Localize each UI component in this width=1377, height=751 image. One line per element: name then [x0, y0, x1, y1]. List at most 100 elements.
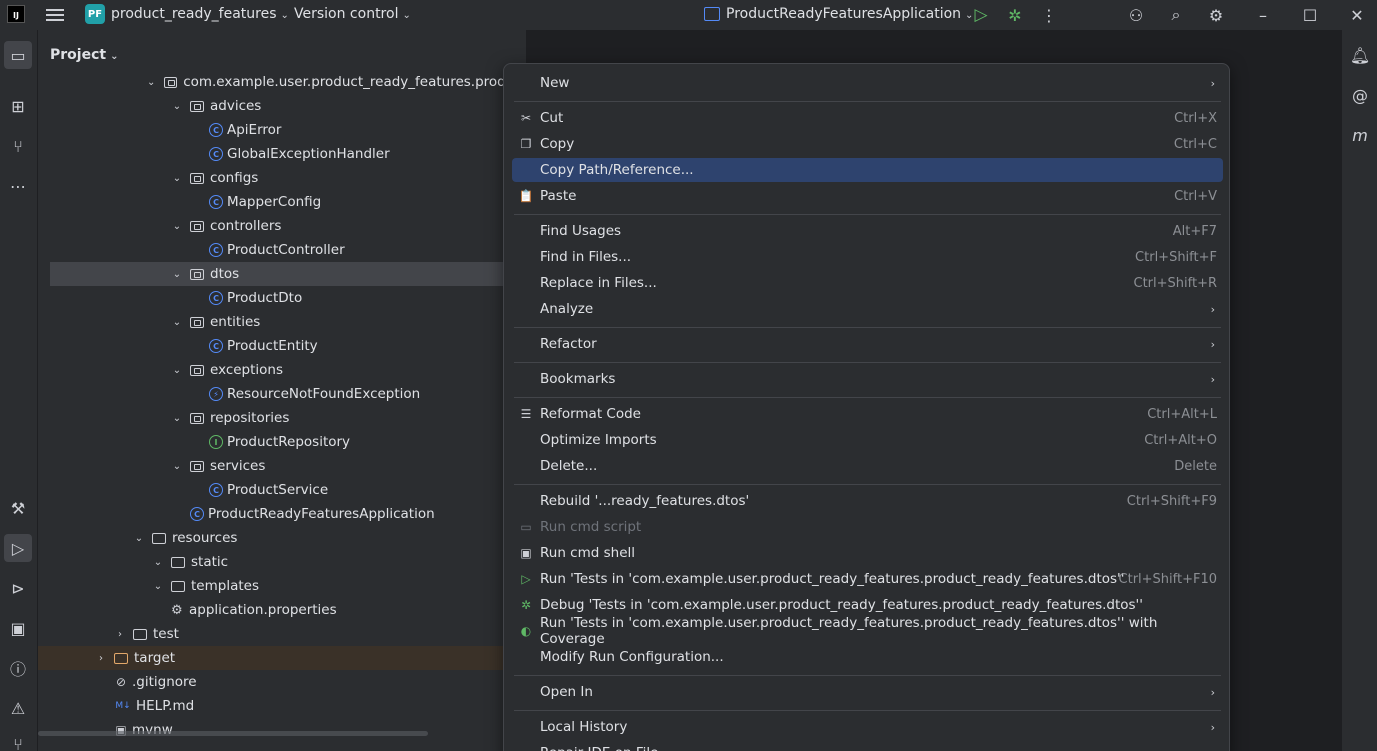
- tree-item[interactable]: C ProductDto: [38, 286, 526, 310]
- tree-item[interactable]: ⌄ configs: [38, 166, 526, 190]
- run-config-selector[interactable]: ProductReadyFeaturesApplication ⌄: [726, 6, 973, 22]
- chevron-down-icon[interactable]: ⌄: [170, 413, 184, 424]
- chevron-down-icon[interactable]: ⌄: [170, 221, 184, 232]
- terminal-icon[interactable]: ▣: [4, 614, 32, 642]
- chevron-down-icon[interactable]: ⌄: [170, 269, 184, 280]
- chevron-down-icon[interactable]: ⌄: [170, 365, 184, 376]
- horizontal-scrollbar[interactable]: [38, 731, 428, 736]
- menu-item[interactable]: ✂ Cut Ctrl+X: [512, 106, 1223, 130]
- tree-item[interactable]: C ProductEntity: [38, 334, 526, 358]
- tree-item[interactable]: ⚡ ResourceNotFoundException: [38, 382, 526, 406]
- menu-item[interactable]: Find Usages Alt+F7: [512, 219, 1223, 243]
- tree-item[interactable]: C MapperConfig: [38, 190, 526, 214]
- ai-assistant-icon[interactable]: @: [1349, 84, 1371, 106]
- minimize-icon[interactable]: –: [1253, 5, 1273, 25]
- tree-item[interactable]: ⌄ com.example.user.product_ready_features…: [38, 70, 526, 94]
- tree-item[interactable]: ⌄ resources: [38, 526, 526, 550]
- chevron-down-icon[interactable]: ⌄: [170, 173, 184, 184]
- warning-icon[interactable]: ⚠: [4, 694, 32, 722]
- menu-item[interactable]: Local History ›: [512, 715, 1223, 739]
- menu-item[interactable]: Modify Run Configuration...: [512, 645, 1223, 669]
- structure-icon[interactable]: ⊞: [4, 92, 32, 120]
- git-icon[interactable]: ⑂: [4, 132, 32, 160]
- tree-item[interactable]: M↓ HELP.md: [38, 694, 526, 718]
- menu-item[interactable]: Open In ›: [512, 680, 1223, 704]
- tree-item[interactable]: ⚙ application.properties: [38, 598, 526, 622]
- run-icon[interactable]: ▷: [971, 5, 991, 25]
- tree-item[interactable]: C ApiError: [38, 118, 526, 142]
- menu-item[interactable]: ▷ Run 'Tests in 'com.example.user.product…: [512, 567, 1223, 591]
- settings-gear-icon[interactable]: ⚙: [1206, 5, 1226, 25]
- tree-item[interactable]: ⌄ templates: [38, 574, 526, 598]
- menu-item[interactable]: Rebuild '...ready_features.dtos' Ctrl+Shi…: [512, 489, 1223, 513]
- run-panel-icon[interactable]: ▷: [4, 534, 32, 562]
- chevron-down-icon[interactable]: ⌄: [151, 581, 165, 592]
- chevron-down-icon[interactable]: ⌄: [170, 317, 184, 328]
- tree-item[interactable]: C GlobalExceptionHandler: [38, 142, 526, 166]
- project-selector[interactable]: product_ready_features ⌄: [111, 6, 289, 22]
- close-icon[interactable]: ✕: [1347, 5, 1367, 25]
- menu-item[interactable]: Copy Path/Reference...: [512, 158, 1223, 182]
- tree-item[interactable]: ⌄ entities: [38, 310, 526, 334]
- add-user-icon[interactable]: ⚇: [1126, 5, 1146, 25]
- menu-item[interactable]: ✲ Debug 'Tests in 'com.example.user.produ…: [512, 593, 1223, 617]
- debug-icon[interactable]: ✲: [1005, 5, 1025, 25]
- menu-item[interactable]: Refactor ›: [512, 332, 1223, 356]
- tree-item[interactable]: ⌄ controllers: [38, 214, 526, 238]
- tree-item[interactable]: › test: [38, 622, 526, 646]
- menu-item[interactable]: ◐ Run 'Tests in 'com.example.user.product…: [512, 615, 1223, 647]
- project-badge[interactable]: PF: [85, 4, 105, 24]
- chevron-down-icon[interactable]: ⌄: [145, 77, 158, 88]
- menu-item[interactable]: Replace in Files... Ctrl+Shift+R: [512, 271, 1223, 295]
- tree-item[interactable]: ▣ mvnw: [38, 718, 526, 742]
- menu-item-icon: ✲: [520, 598, 532, 612]
- tree-item[interactable]: ⌄ static: [38, 550, 526, 574]
- main-menu-icon[interactable]: [46, 6, 64, 22]
- project-folder-icon[interactable]: ▭: [4, 41, 32, 69]
- notifications-bell-icon[interactable]: 🔔︎: [1349, 44, 1371, 66]
- version-control-menu[interactable]: Version control ⌄: [294, 6, 411, 22]
- tree-item[interactable]: ⌄ exceptions: [38, 358, 526, 382]
- more-tools-icon[interactable]: ⋯: [4, 172, 32, 200]
- build-hammer-icon[interactable]: ⚒: [4, 494, 32, 522]
- menu-item[interactable]: ❐ Copy Ctrl+C: [512, 132, 1223, 156]
- menu-item[interactable]: Analyze ›: [512, 297, 1223, 321]
- problems-icon[interactable]: ⓘ: [4, 654, 32, 682]
- version-control-icon[interactable]: ⑂: [4, 730, 32, 751]
- tree-item[interactable]: ⊘ .gitignore: [38, 670, 526, 694]
- menu-item[interactable]: Delete... Delete: [512, 454, 1223, 478]
- menu-item-label: Find Usages: [540, 223, 622, 239]
- services-icon[interactable]: ⊳: [4, 574, 32, 602]
- menu-item[interactable]: New ›: [512, 71, 1223, 95]
- menu-item[interactable]: Bookmarks ›: [512, 367, 1223, 391]
- menu-item[interactable]: ☰ Reformat Code Ctrl+Alt+L: [512, 402, 1223, 426]
- menu-item[interactable]: Find in Files... Ctrl+Shift+F: [512, 245, 1223, 269]
- menu-item[interactable]: 📋 Paste Ctrl+V: [512, 184, 1223, 208]
- tree-item[interactable]: ⌄ advices: [38, 94, 526, 118]
- menu-item[interactable]: Repair IDE on File: [512, 741, 1223, 751]
- tree-item[interactable]: C ProductService: [38, 478, 526, 502]
- chevron-down-icon[interactable]: ⌄: [170, 461, 184, 472]
- chevron-down-icon[interactable]: ⌄: [151, 557, 165, 568]
- menu-item[interactable]: Optimize Imports Ctrl+Alt+O: [512, 428, 1223, 452]
- more-actions-icon[interactable]: ⋮: [1039, 5, 1059, 25]
- tree-item[interactable]: C ProductController: [38, 238, 526, 262]
- tree-item[interactable]: ⌄ services: [38, 454, 526, 478]
- chevron-down-icon[interactable]: ⌄: [170, 101, 184, 112]
- maximize-icon[interactable]: ☐: [1300, 5, 1320, 25]
- tree-item[interactable]: › target: [38, 646, 526, 670]
- tree-item[interactable]: C ProductReadyFeaturesApplication: [38, 502, 526, 526]
- menu-item[interactable]: ▣ Run cmd shell: [512, 541, 1223, 565]
- tree-item[interactable]: I ProductRepository: [38, 430, 526, 454]
- search-icon[interactable]: ⌕: [1166, 5, 1186, 25]
- intellij-logo-icon[interactable]: IJ: [7, 5, 25, 23]
- tree-item[interactable]: ⌄ repositories: [38, 406, 526, 430]
- chevron-down-icon[interactable]: ⌄: [132, 533, 146, 544]
- menu-item-label: Refactor: [540, 336, 597, 352]
- project-panel-title[interactable]: Project ⌄: [50, 47, 118, 63]
- chevron-right-icon[interactable]: ›: [94, 653, 108, 664]
- maven-icon[interactable]: m: [1349, 124, 1371, 146]
- tree-item[interactable]: ⌄ dtos: [50, 262, 526, 286]
- chevron-right-icon[interactable]: ›: [113, 629, 127, 640]
- menu-item-label: Analyze: [540, 301, 594, 317]
